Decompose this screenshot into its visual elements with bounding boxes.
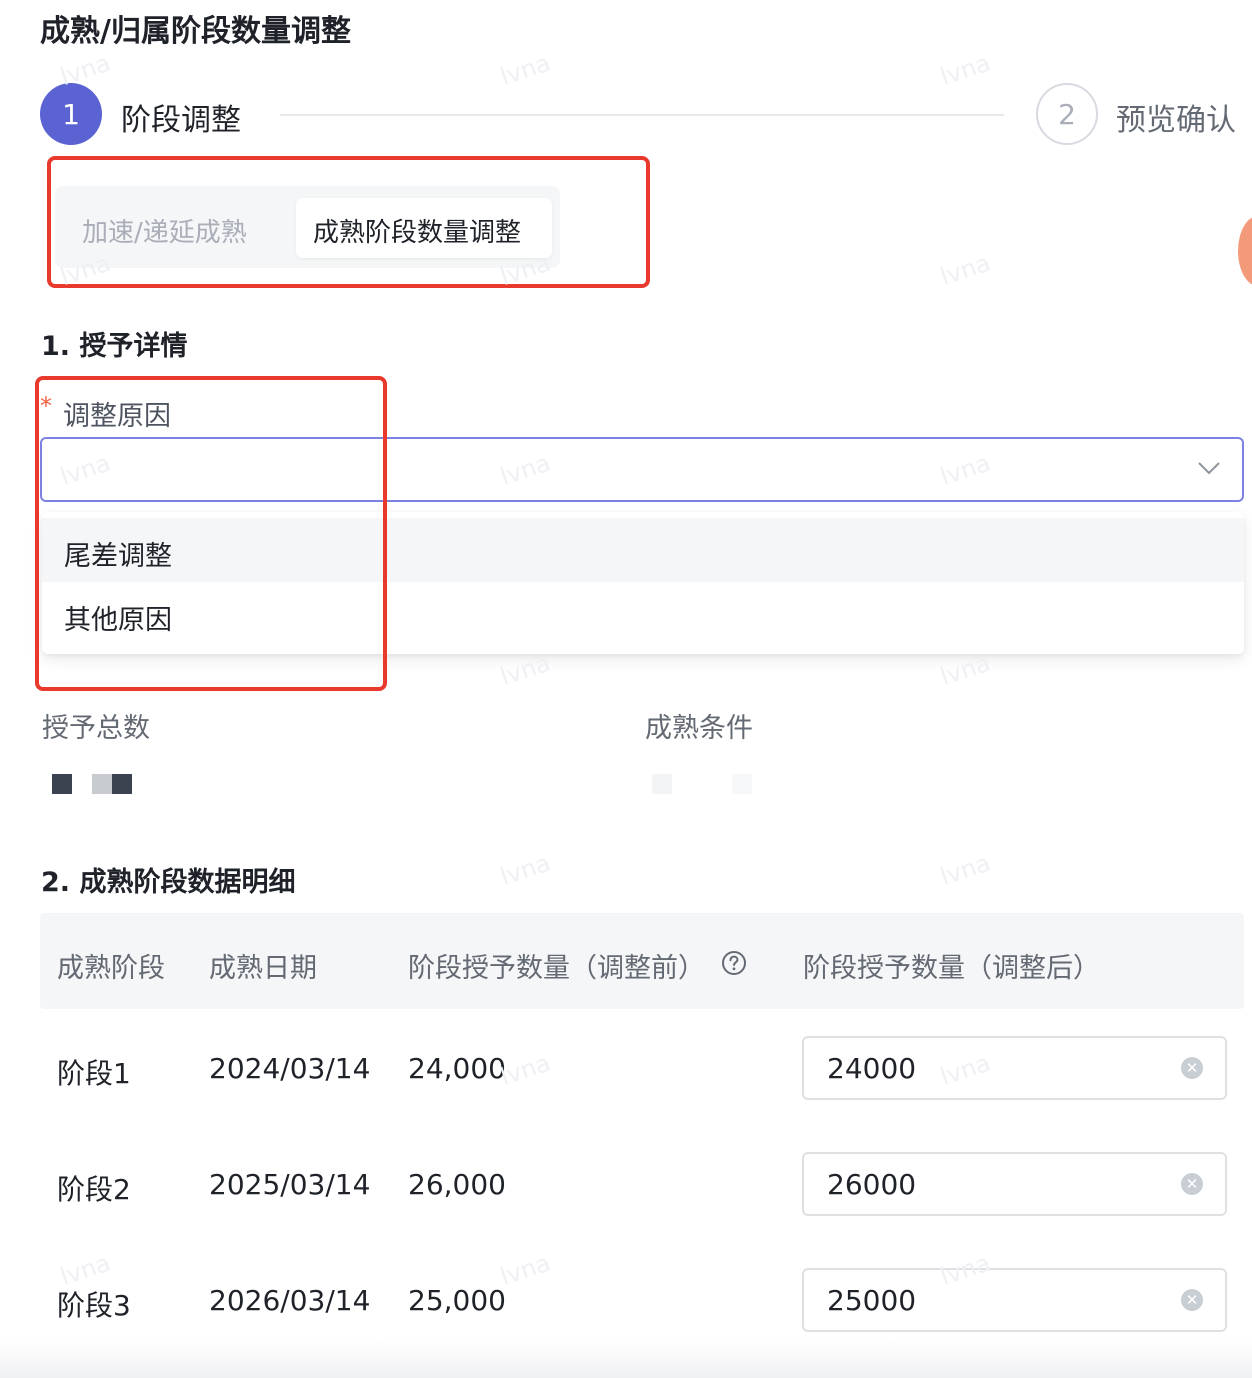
- watermark: lvna: [496, 1248, 554, 1292]
- vesting-condition-label: 成熟条件: [645, 713, 753, 744]
- col-header-after: 阶段授予数量（调整后）: [803, 953, 1100, 984]
- watermark: lvna: [496, 848, 554, 892]
- grant-total-label: 授予总数: [42, 713, 150, 744]
- row1-stage: 阶段1: [57, 1057, 131, 1090]
- row1-after-value[interactable]: 24000: [827, 1052, 916, 1085]
- watermark: lvna: [936, 248, 994, 292]
- watermark: lvna: [936, 848, 994, 892]
- step-2-label: 预览确认: [1116, 103, 1236, 138]
- chevron-down-icon[interactable]: [1196, 460, 1222, 476]
- bottom-shadow: [0, 1340, 1252, 1378]
- masked-value-pixel: [52, 774, 72, 794]
- step-2-indicator: 2: [1036, 83, 1098, 145]
- step-1-indicator: 1: [40, 83, 102, 145]
- step-connector: [280, 114, 1004, 116]
- col-header-before: 阶段授予数量（调整前）: [408, 953, 705, 984]
- col-header-date: 成熟日期: [209, 953, 317, 984]
- row2-after-value[interactable]: 26000: [827, 1168, 916, 1201]
- watermark: lvna: [936, 648, 994, 692]
- help-icon[interactable]: [721, 950, 747, 976]
- watermark: lvna: [496, 48, 554, 92]
- highlight-box-tabs: [47, 156, 650, 288]
- row2-date: 2025/03/14: [209, 1168, 371, 1201]
- masked-value-pixel: [732, 774, 752, 794]
- watermark: lvna: [936, 48, 994, 92]
- watermark: lvna: [496, 648, 554, 692]
- row3-before: 25,000: [408, 1284, 506, 1317]
- masked-value-pixel: [652, 774, 672, 794]
- row2-stage: 阶段2: [57, 1173, 131, 1206]
- page-title: 成熟/归属阶段数量调整: [40, 14, 351, 49]
- step-1-label: 阶段调整: [121, 103, 241, 138]
- section-grant-details-title: 1. 授予详情: [41, 331, 188, 362]
- clear-icon[interactable]: ✕: [1181, 1057, 1203, 1079]
- row1-date: 2024/03/14: [209, 1052, 371, 1085]
- row3-after-value[interactable]: 25000: [827, 1284, 916, 1317]
- row3-date: 2026/03/14: [209, 1284, 371, 1317]
- section-stage-detail-title: 2. 成熟阶段数据明细: [41, 867, 296, 898]
- row1-before: 24,000: [408, 1052, 506, 1085]
- highlight-box-reason: [35, 376, 387, 691]
- floating-action-button[interactable]: [1238, 216, 1252, 286]
- masked-value-pixel: [92, 774, 112, 794]
- watermark: lvna: [56, 48, 114, 92]
- row2-before: 26,000: [408, 1168, 506, 1201]
- masked-value-pixel: [112, 774, 132, 794]
- clear-icon[interactable]: ✕: [1181, 1173, 1203, 1195]
- clear-icon[interactable]: ✕: [1181, 1289, 1203, 1311]
- col-header-stage: 成熟阶段: [57, 953, 165, 984]
